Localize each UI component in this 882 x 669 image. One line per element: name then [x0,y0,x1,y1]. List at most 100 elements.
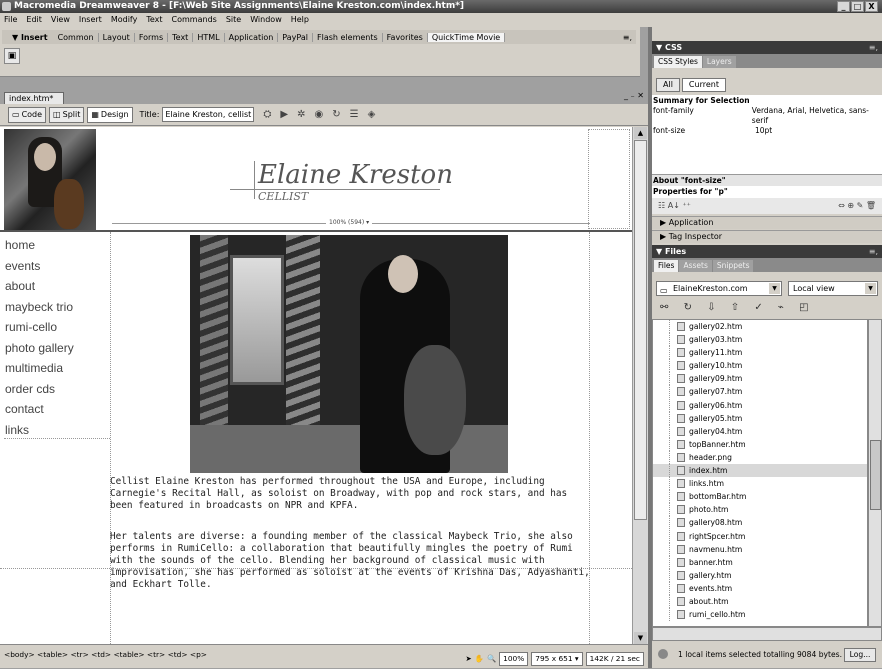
code-view-button[interactable]: ▭ Code [8,106,47,123]
menu-help[interactable]: Help [291,13,309,27]
tab-snippets[interactable]: Snippets [712,260,754,272]
menu-edit[interactable]: Edit [26,13,42,27]
file-item[interactable]: topBanner.htm [653,437,867,451]
files-vertical-scrollbar[interactable] [868,319,882,627]
quicktime-movie-icon[interactable]: ▣ [4,48,20,64]
nav-maybeck-trio[interactable]: maybeck trio [4,297,110,318]
nav-multimedia[interactable]: multimedia [4,358,110,379]
file-item[interactable]: gallery09.htm [653,372,867,386]
refresh-icon[interactable]: ↻ [332,109,340,120]
css-property-row[interactable]: font-size 10pt [653,126,881,136]
insert-tab-forms[interactable]: Forms [135,32,169,42]
css-panel-header[interactable]: ▼ CSS ≡, [652,41,882,54]
connect-icon[interactable]: ⚯ [660,302,674,313]
file-item[interactable]: index.htm [653,464,867,478]
menu-view[interactable]: View [51,13,70,27]
preview-icon[interactable]: ▶ [280,109,288,120]
nav-order-cds[interactable]: order cds [4,379,110,400]
nav-about[interactable]: about [4,276,110,297]
hand-icon[interactable]: ✋ [475,649,484,669]
tab-layers[interactable]: Layers [702,56,736,68]
validate-icon[interactable]: ⛭ [263,109,271,120]
insert-tab-layout[interactable]: Layout [99,32,135,42]
alphabetical-view-icon[interactable]: A↓ [668,201,680,210]
debug-icon[interactable]: ✲ [297,109,305,120]
file-item[interactable]: gallery03.htm [653,333,867,347]
file-item[interactable]: about.htm [653,594,867,608]
globe-icon[interactable]: ◉ [314,109,323,120]
file-item[interactable]: gallery06.htm [653,398,867,412]
insert-options-icon[interactable]: ≡, [623,33,636,42]
zoom-select[interactable]: 100% [499,652,529,666]
main-photo[interactable] [190,235,508,473]
check-out-icon[interactable]: ✓ [754,302,768,313]
tag-inspector-panel[interactable]: ▶ Tag Inspector [652,230,882,243]
tab-assets[interactable]: Assets [679,260,712,272]
design-view-button[interactable]: ▦ Design [87,106,133,123]
tab-css-styles[interactable]: CSS Styles [654,56,702,68]
set-properties-icon[interactable]: ⁺⁺ [682,201,690,210]
files-panel-header[interactable]: ▼ Files ≡, [652,245,882,258]
view-select[interactable]: Local view ▼ [788,281,878,296]
document-window-controls[interactable]: _ ₋ ✕ [624,91,644,100]
refresh-icon[interactable]: ↻ [684,302,698,313]
files-scroll-thumb[interactable] [870,440,881,510]
file-item[interactable]: links.htm [653,477,867,491]
file-item[interactable]: banner.htm [653,555,867,569]
file-item[interactable]: navmenu.htm [653,542,867,556]
file-item[interactable]: photo.htm [653,503,867,517]
site-select[interactable]: ▭ ElaineKreston.com ▼ [656,281,782,296]
panel-options-icon[interactable]: ≡, [869,41,878,54]
menu-modify[interactable]: Modify [111,13,138,27]
menu-window[interactable]: Window [250,13,282,27]
scroll-down-icon[interactable]: ▼ [634,632,647,644]
application-panel[interactable]: ▶ Application [652,216,882,229]
file-item[interactable]: gallery.htm [653,568,867,582]
insert-tab-common[interactable]: Common [54,32,99,42]
design-canvas[interactable]: Elaine Kreston CELLIST 100% (594) ▾ home… [0,127,632,644]
page-title-input[interactable]: Elaine Kreston, cellist [162,107,255,122]
file-item[interactable]: gallery07.htm [653,385,867,399]
insert-bar-toggle[interactable]: ▼ Insert [2,33,54,42]
expand-icon[interactable]: ◰ [799,302,814,313]
zoom-icon[interactable]: 🔍 [487,649,496,669]
document-tab[interactable]: index.htm* [4,92,64,104]
nav-links[interactable]: links [4,420,110,441]
insert-tab-html[interactable]: HTML [193,32,225,42]
insert-tab-paypal[interactable]: PayPal [278,32,313,42]
file-item[interactable]: rumi_cello.htm [653,608,867,622]
files-options-icon[interactable]: ≡, [869,245,878,258]
insert-tab-text[interactable]: Text [168,32,194,42]
category-view-icon[interactable]: ☷ [658,201,665,210]
view-options-icon[interactable]: ☰ [350,109,359,120]
file-item[interactable]: gallery05.htm [653,411,867,425]
get-files-icon[interactable]: ⇩ [707,302,721,313]
file-item[interactable]: header.png [653,450,867,464]
css-edit-icons[interactable]: ⇔ ⊕ ✎ 🗑 [838,198,876,214]
insert-tab-favorites[interactable]: Favorites [383,32,428,42]
css-all-button[interactable]: All [656,78,680,92]
file-item[interactable]: gallery11.htm [653,346,867,360]
nav-contact[interactable]: contact [4,399,110,420]
put-files-icon[interactable]: ⇧ [731,302,745,313]
file-item[interactable]: bottomBar.htm [653,490,867,504]
document-vertical-scrollbar[interactable]: ▲ ▼ [632,127,648,644]
menu-text[interactable]: Text [146,13,162,27]
split-view-button[interactable]: ◫ Split [49,106,85,123]
log-button[interactable]: Log... [844,648,876,662]
menu-file[interactable]: File [4,13,17,27]
check-in-icon[interactable]: ⌁ [778,302,790,313]
file-item[interactable]: events.htm [653,581,867,595]
bio-paragraph-1[interactable]: Cellist Elaine Kreston has performed thr… [110,476,590,512]
close-button[interactable]: X [865,1,878,12]
css-property-row[interactable]: font-family Verdana, Arial, Helvetica, sa… [653,106,881,126]
insert-tab-quicktime-movie[interactable]: QuickTime Movie [427,32,506,42]
maximize-button[interactable]: □ [851,1,864,12]
insert-tab-flash-elements[interactable]: Flash elements [313,32,383,42]
scroll-up-icon[interactable]: ▲ [634,127,647,139]
nav-photo-gallery[interactable]: photo gallery [4,338,110,359]
css-current-button[interactable]: Current [681,78,726,92]
menu-site[interactable]: Site [226,13,241,27]
pointer-icon[interactable]: ➤ [466,649,472,669]
scroll-thumb[interactable] [634,140,647,520]
